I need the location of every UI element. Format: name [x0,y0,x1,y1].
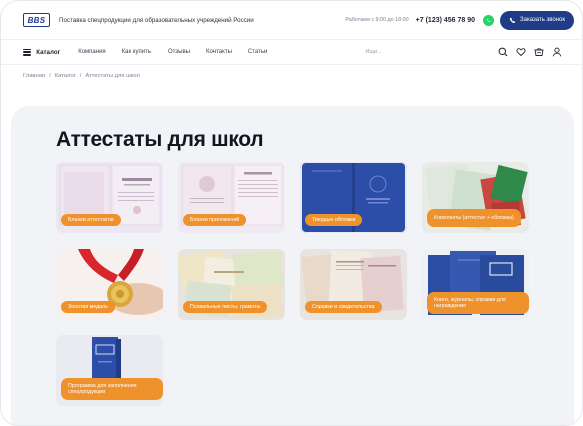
breadcrumb-home[interactable]: Главная [23,73,45,79]
category-label: Похвальные листы, грамоты [183,301,268,313]
category-card-software[interactable]: Программа для заполнения спецпродукции [56,335,163,406]
call-button-label: Заказать звонок [520,17,565,23]
page-title: Аттестаты для школ [56,128,264,151]
nav-link-articles[interactable]: Статьи [248,49,267,55]
category-card-hard-covers[interactable]: Твердые обложки [300,162,407,233]
search-icon[interactable] [498,47,508,57]
category-label: Программа для заполнения спецпродукции [61,378,163,400]
logo[interactable]: BBS [23,13,50,27]
nav-bar: Каталог Компания Как купить Отзывы Конта… [1,39,582,65]
phone-number[interactable]: +7 (123) 456 78 90 [416,17,475,24]
nav-link-company[interactable]: Компания [78,49,105,55]
category-label: Твердые обложки [305,214,363,226]
category-label: Книги, журналы, справки для награждения [427,292,529,314]
breadcrumb-catalog[interactable]: Каталог [55,73,76,79]
category-label: Справки и свидетельства [305,301,382,313]
nav-link-how-to-buy[interactable]: Как купить [122,49,151,55]
tagline: Поставка спецпродукции для образовательн… [59,16,254,24]
category-label: Комплекты (аттестат + обложка) [427,209,521,227]
user-icon[interactable] [552,47,562,57]
breadcrumb: Главная / Каталог / Аттестаты для школ [23,73,140,79]
category-card-appendix-blanks[interactable]: Бланки приложений [178,162,285,233]
category-card-certificate-blanks[interactable]: Бланки аттестатов [56,162,163,233]
menu-icon[interactable] [23,48,32,56]
catalog-menu[interactable]: Каталог [36,49,60,56]
call-request-button[interactable]: Заказать звонок [500,10,574,30]
working-hours: Работаем с 9:00 до 18:00 [345,17,409,23]
breadcrumb-current: Аттестаты для школ [85,73,140,79]
category-label: Золотая медаль [61,301,116,313]
category-label: Бланки аттестатов [61,214,121,226]
cart-icon[interactable] [534,47,544,57]
category-card-books-journals[interactable]: Книги, журналы, справки для награждения [422,249,529,320]
browser-frame: BBS Поставка спецпродукции для образоват… [0,0,583,426]
nav-link-reviews[interactable]: Отзывы [168,49,190,55]
whatsapp-icon[interactable] [483,14,495,26]
heart-icon[interactable] [516,47,526,57]
search-input[interactable]: Ищи... [365,46,498,59]
category-card-gold-medal[interactable]: Золотая медаль [56,249,163,320]
category-label: Бланки приложений [183,214,247,226]
nav-link-contacts[interactable]: Контакты [206,49,232,55]
category-card-commendations[interactable]: Похвальные листы, грамоты [178,249,285,320]
phone-icon [509,17,516,23]
category-card-sets[interactable]: Комплекты (аттестат + обложка) [422,162,529,233]
category-card-certificates[interactable]: Справки и свидетельства [300,249,407,320]
top-bar: BBS Поставка спецпродукции для образоват… [1,1,582,39]
